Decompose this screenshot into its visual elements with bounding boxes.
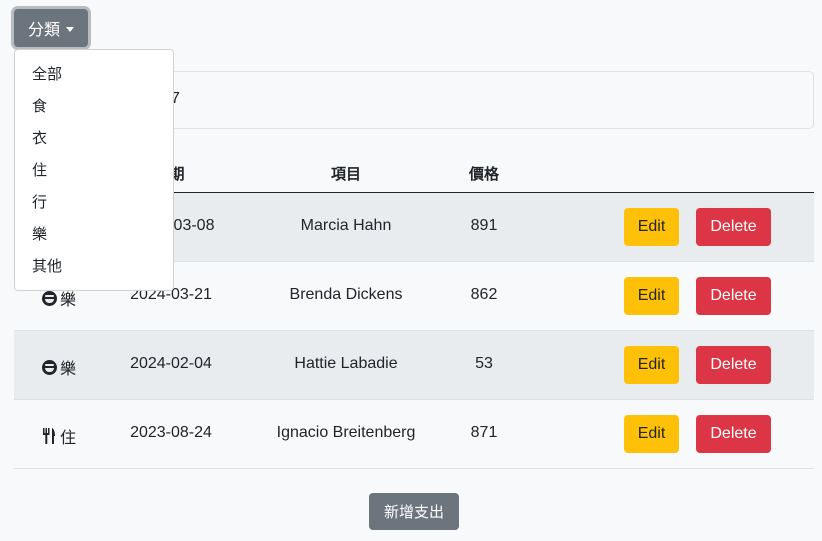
- grin-icon: [41, 290, 57, 306]
- dropdown-item-all[interactable]: 全部: [15, 58, 173, 90]
- edit-button[interactable]: Edit: [624, 415, 679, 453]
- dropdown-item-housing[interactable]: 住: [15, 154, 173, 186]
- grin-icon: [41, 359, 57, 375]
- caret-down-icon: [66, 26, 74, 32]
- row-category-label: 住: [59, 428, 77, 447]
- header-item: 項目: [330, 165, 362, 183]
- row-date: 03-08: [173, 217, 215, 234]
- row-price: 891: [470, 217, 498, 234]
- row-category-label: 樂: [59, 359, 77, 378]
- row-price: 862: [470, 286, 498, 303]
- dropdown-item-clothing[interactable]: 衣: [15, 122, 173, 154]
- table-row: 樂 2024-02-04 Hattie Labadie 53 Edit Dele…: [14, 331, 814, 400]
- delete-button[interactable]: Delete: [696, 208, 771, 246]
- dropdown-item-other[interactable]: 其他: [15, 250, 173, 282]
- delete-button[interactable]: Delete: [696, 346, 771, 384]
- category-dropdown-label: 分類: [27, 20, 60, 39]
- delete-button[interactable]: Delete: [696, 415, 771, 453]
- row-price: 53: [475, 355, 493, 372]
- header-price: 價格: [468, 165, 500, 183]
- row-date: 2024-02-04: [130, 355, 212, 372]
- delete-button[interactable]: Delete: [696, 277, 771, 315]
- utensils-icon: [42, 428, 55, 444]
- category-dropdown-button[interactable]: 分類: [14, 9, 88, 47]
- row-category: 樂: [41, 355, 77, 379]
- row-category: 住: [42, 424, 76, 448]
- row-item: Brenda Dickens: [289, 286, 403, 303]
- dropdown-item-food[interactable]: 食: [15, 90, 173, 122]
- row-item: Marcia Hahn: [300, 217, 392, 234]
- row-item: Hattie Labadie: [294, 355, 398, 372]
- edit-button[interactable]: Edit: [624, 346, 679, 384]
- edit-button[interactable]: Edit: [624, 208, 679, 246]
- row-date: 2023-08-24: [130, 424, 212, 441]
- dropdown-item-transport[interactable]: 行: [15, 186, 173, 218]
- add-expense-button[interactable]: 新增支出: [369, 493, 459, 530]
- dropdown-item-entertainment[interactable]: 樂: [15, 218, 173, 250]
- table-row: 住 2023-08-24 Ignacio Breitenberg 871 Edi…: [14, 400, 814, 469]
- row-item: Ignacio Breitenberg: [276, 424, 416, 441]
- row-price: 871: [470, 424, 498, 441]
- category-dropdown-menu: 全部 食 衣 住 行 樂 其他: [14, 49, 174, 291]
- edit-button[interactable]: Edit: [624, 277, 679, 315]
